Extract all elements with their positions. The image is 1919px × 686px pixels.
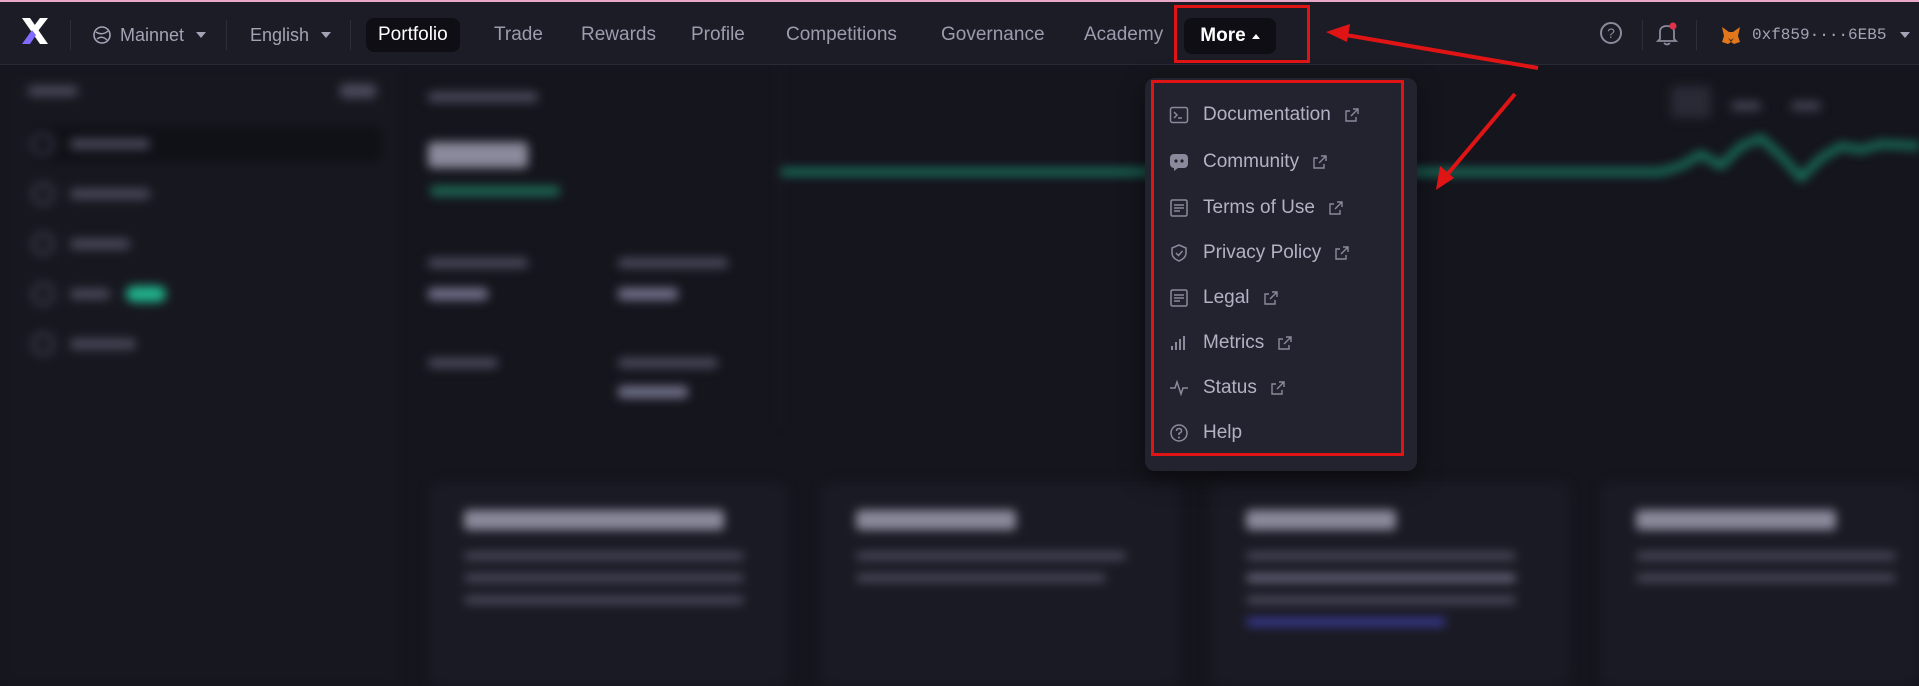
blurred-page-content [0,66,1919,686]
nav-portfolio[interactable]: Portfolio [366,18,460,52]
feedback-card [428,482,788,686]
sidebar-item [32,226,382,262]
metamask-fox-icon [1722,27,1740,44]
chevron-down-icon [321,32,332,38]
refer-card [1210,482,1570,686]
language-selector[interactable]: English [250,24,332,46]
sidebar-item [32,326,382,362]
nav-academy[interactable]: Academy [1072,18,1175,52]
top-nav-bar: Mainnet English Portfolio Trade Rewards … [0,0,1919,65]
nav-trade[interactable]: Trade [482,18,555,52]
highlight-box-more [1174,5,1310,63]
globe-icon [93,26,111,44]
sidebar [0,66,396,686]
highlight-box-menu [1151,80,1404,456]
chevron-down-icon [196,32,207,38]
wallet-address: 0xf859····6EB5 [1752,26,1887,44]
wallet-selector[interactable]: 0xf859····6EB5 [1720,23,1911,47]
nav-rewards[interactable]: Rewards [569,18,668,52]
notifications-bell-icon[interactable] [1655,22,1679,46]
network-selector[interactable]: Mainnet [92,24,207,46]
nav-competitions[interactable]: Competitions [774,18,909,52]
trade-card [820,482,1180,686]
dydx-logo[interactable] [20,16,50,50]
nav-profile[interactable]: Profile [679,18,757,52]
language-label: English [250,24,310,45]
network-label: Mainnet [120,24,185,45]
sidebar-item [32,126,382,162]
sidebar-item [32,276,382,312]
reduce-card [1600,482,1919,686]
sidebar-item [32,176,382,212]
help-icon[interactable]: ? [1600,22,1622,44]
chevron-down-icon [1900,32,1911,38]
nav-governance[interactable]: Governance [929,18,1057,52]
